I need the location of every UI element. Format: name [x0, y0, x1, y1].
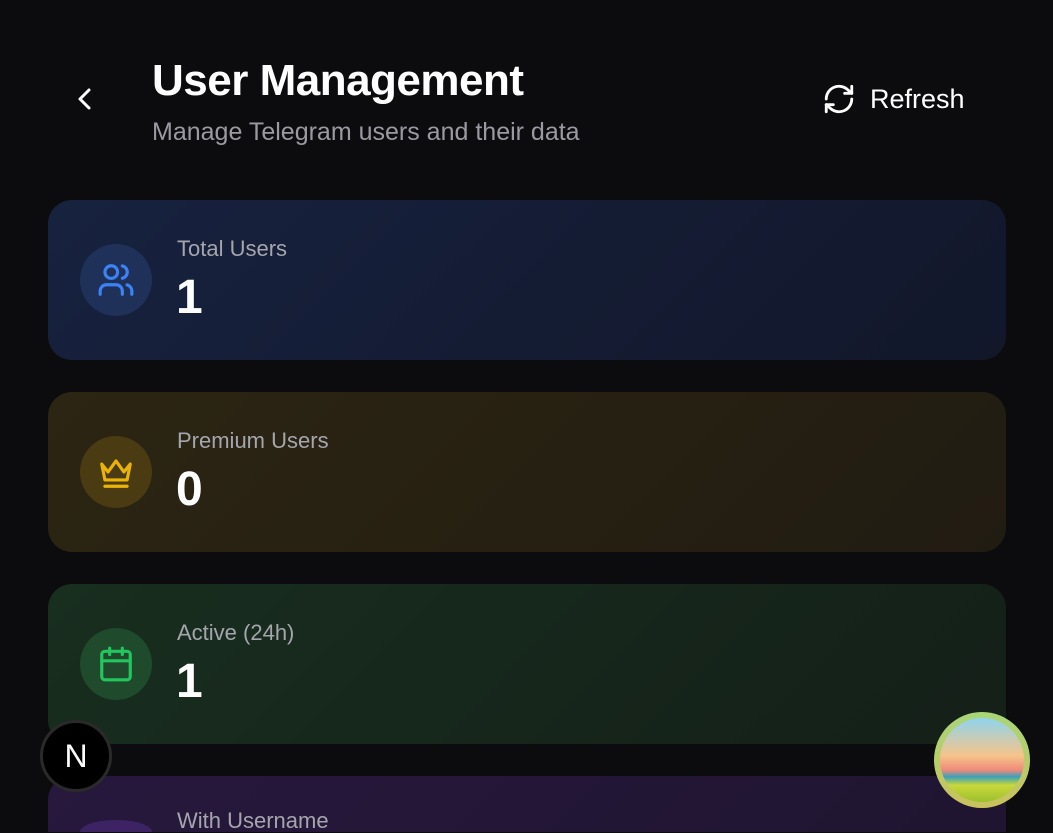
refresh-label: Refresh	[870, 83, 965, 114]
stat-label: Premium Users	[177, 428, 329, 453]
at-icon	[80, 820, 152, 832]
user-avatar-beach[interactable]	[934, 712, 1030, 808]
stat-card-active-24h: Active (24h) 1	[48, 584, 1006, 744]
stat-label: Active (24h)	[177, 620, 295, 645]
page-subtitle: Manage Telegram users and their data	[152, 118, 580, 146]
refresh-icon	[824, 84, 854, 114]
stat-value: 0	[176, 463, 203, 516]
stat-card-total-users: Total Users 1	[48, 200, 1006, 360]
stat-value: 1	[176, 655, 203, 708]
calendar-icon	[80, 628, 152, 700]
refresh-button[interactable]: Refresh	[822, 82, 965, 116]
nextjs-dev-badge[interactable]: N	[40, 720, 112, 792]
stat-value: 1	[176, 271, 203, 324]
back-chevron-icon[interactable]	[70, 84, 100, 114]
avatar-image	[940, 718, 1024, 802]
users-icon	[80, 244, 152, 316]
page-title: User Management	[152, 56, 524, 105]
stat-card-with-username: With Username	[48, 776, 1006, 832]
stat-label: With Username	[177, 808, 329, 833]
stat-label: Total Users	[177, 236, 288, 261]
stat-card-premium-users: Premium Users 0	[48, 392, 1006, 552]
crown-icon	[80, 436, 152, 508]
